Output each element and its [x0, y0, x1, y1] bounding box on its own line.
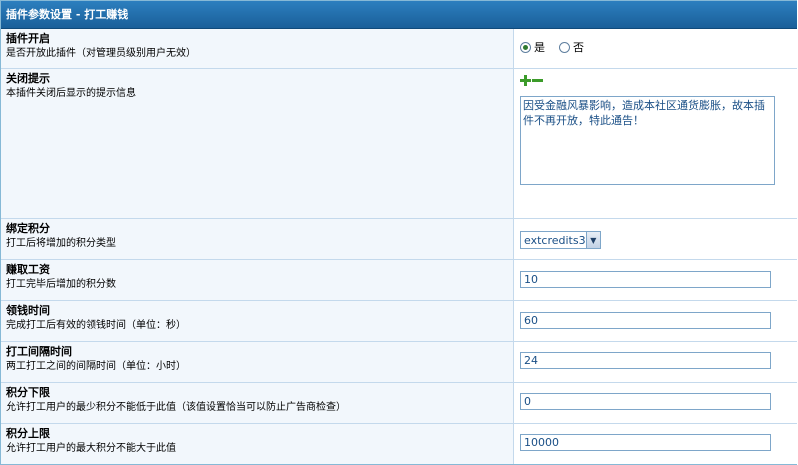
credit-type-select[interactable]: extcredits3 ▼	[520, 231, 601, 249]
expand-icon[interactable]	[520, 75, 531, 86]
setting-description: 本插件关闭后显示的提示信息	[6, 88, 136, 99]
setting-label: 打工间隔时间	[6, 345, 72, 358]
panel-header: 插件参数设置 - 打工赚钱	[1, 1, 797, 29]
setting-label: 绑定积分	[6, 222, 50, 235]
setting-label: 插件开启	[6, 32, 50, 45]
close-message-textarea[interactable]: 因受金融风暴影响，造成本社区通货膨胀，故本插件不再开放，特此通告！	[520, 96, 775, 185]
row-close-message: 关闭提示 本插件关闭后显示的提示信息 因受金融风暴影响，造成本社区通货膨胀，故本…	[1, 69, 797, 219]
radio-no[interactable]	[559, 41, 570, 53]
row-enable-plugin: 插件开启 是否开放此插件（对管理员级别用户无效） 是 否	[1, 29, 797, 69]
row-collect-time: 领钱时间 完成打工后有效的领钱时间（单位：秒） 60	[1, 301, 797, 342]
setting-label: 积分下限	[6, 386, 50, 399]
textarea-resize-controls	[520, 75, 544, 86]
shrink-icon[interactable]	[532, 75, 543, 86]
setting-description: 允许打工用户的最大积分不能大于此值	[6, 443, 176, 454]
setting-description: 打工后将增加的积分类型	[6, 238, 116, 249]
radio-yes[interactable]	[520, 41, 531, 53]
chevron-down-icon[interactable]: ▼	[585, 232, 600, 248]
setting-description: 完成打工后有效的领钱时间（单位：秒）	[6, 320, 186, 331]
row-credit-type: 绑定积分 打工后将增加的积分类型 extcredits3 ▼	[1, 219, 797, 260]
setting-label: 领钱时间	[6, 304, 50, 317]
setting-label: 赚取工资	[6, 263, 50, 276]
row-min-credits: 积分下限 允许打工用户的最少积分不能低于此值（该值设置恰当可以防止广告商检查） …	[1, 383, 797, 424]
setting-label: 关闭提示	[6, 72, 50, 85]
setting-label: 积分上限	[6, 427, 50, 440]
row-max-credits: 积分上限 允许打工用户的最大积分不能大于此值 10000	[1, 424, 797, 464]
interval-input[interactable]: 24	[520, 352, 771, 369]
row-interval: 打工间隔时间 两工打工之间的间隔时间（单位：小时） 24	[1, 342, 797, 383]
settings-panel: 插件参数设置 - 打工赚钱 插件开启 是否开放此插件（对管理员级别用户无效） 是…	[0, 0, 797, 465]
min-credits-input[interactable]: 0	[520, 393, 771, 410]
radio-yes-label[interactable]: 是	[534, 39, 545, 55]
credit-type-value: extcredits3	[524, 233, 586, 247]
wage-input[interactable]: 10	[520, 271, 771, 288]
collect-time-input[interactable]: 60	[520, 312, 771, 329]
row-wage: 赚取工资 打工完毕后增加的积分数 10	[1, 260, 797, 301]
setting-description: 是否开放此插件（对管理员级别用户无效）	[6, 48, 196, 59]
max-credits-input[interactable]: 10000	[520, 434, 771, 451]
setting-description: 两工打工之间的间隔时间（单位：小时）	[6, 361, 186, 372]
setting-description: 打工完毕后增加的积分数	[6, 279, 116, 290]
radio-no-label[interactable]: 否	[573, 39, 584, 55]
enable-radio-group: 是 否	[520, 39, 598, 55]
setting-description: 允许打工用户的最少积分不能低于此值（该值设置恰当可以防止广告商检查）	[6, 402, 346, 413]
